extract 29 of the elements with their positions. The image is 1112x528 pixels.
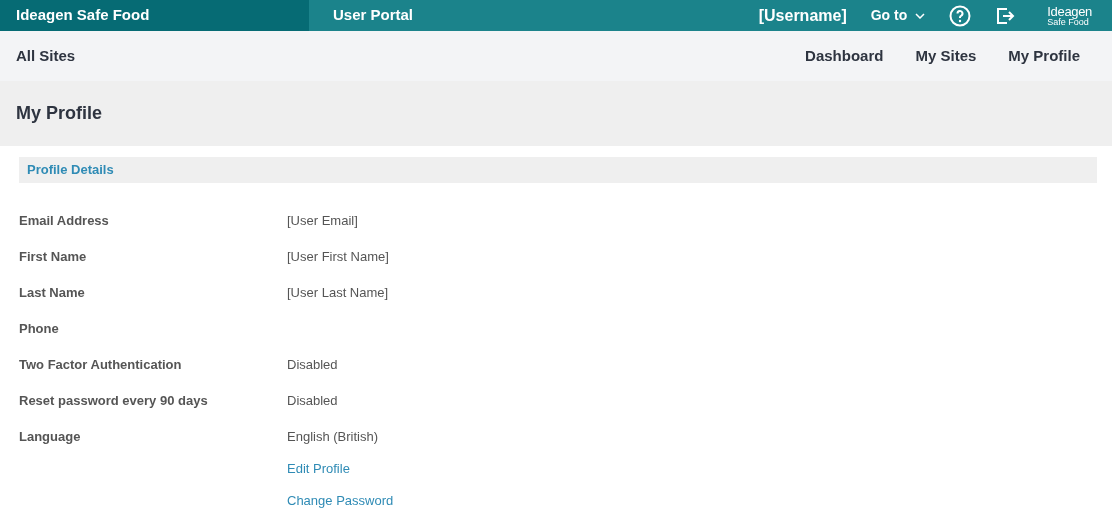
field-value: [User First Name] bbox=[287, 248, 389, 267]
field-value: [User Last Name] bbox=[287, 284, 389, 303]
portal-title: User Portal bbox=[333, 5, 414, 26]
username: [Username] bbox=[758, 5, 847, 26]
field-value: Disabled bbox=[287, 392, 338, 411]
field-label: Two Factor Authentication bbox=[19, 356, 183, 375]
action-link[interactable]: Edit Profile bbox=[287, 459, 1097, 479]
field-label: Last Name bbox=[19, 284, 86, 303]
field-value: [User Email] bbox=[287, 212, 358, 231]
field-label: First Name bbox=[19, 248, 88, 267]
nav-link[interactable]: My Sites bbox=[915, 44, 977, 68]
field-label: Email Address bbox=[19, 212, 110, 231]
goto-menu[interactable]: Go to bbox=[870, 5, 926, 26]
nav-title: All Sites bbox=[16, 45, 77, 66]
help-icon[interactable] bbox=[949, 4, 972, 27]
field-label: Reset password every 90 days bbox=[19, 392, 209, 411]
section-title: Profile Details bbox=[27, 161, 114, 180]
field-label: Language bbox=[19, 428, 82, 447]
nav-link[interactable]: Dashboard bbox=[805, 44, 884, 68]
logo: Ideagen Safe Food bbox=[1047, 4, 1092, 27]
field-label: Phone bbox=[19, 320, 60, 339]
logout-icon[interactable] bbox=[995, 5, 1016, 26]
nav-link[interactable]: My Profile bbox=[1008, 44, 1080, 68]
field-value: Disabled bbox=[287, 356, 338, 375]
action-link[interactable]: Change Password bbox=[287, 490, 1097, 510]
field-value: English (British) bbox=[287, 428, 379, 447]
brand-name: Ideagen Safe Food bbox=[16, 5, 150, 26]
page-title: My Profile bbox=[16, 102, 103, 125]
chevron-down-icon bbox=[915, 12, 926, 19]
